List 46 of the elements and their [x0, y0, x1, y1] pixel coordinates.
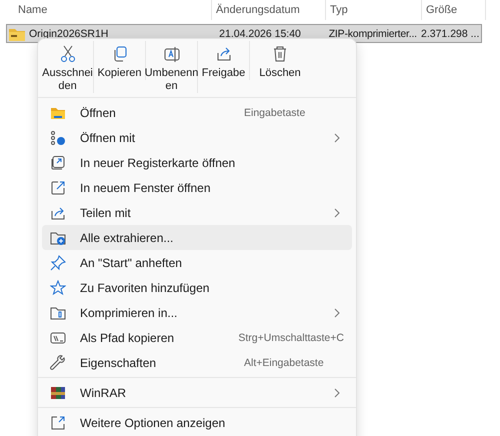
scissors-icon — [58, 45, 76, 63]
menu-item[interactable]: An "Start" anheften — [42, 250, 352, 275]
new-tab-icon — [50, 154, 66, 170]
shortcut-text: Strg+Umschalttaste+C — [238, 332, 344, 344]
menu-item[interactable]: Öffnen mit — [42, 125, 352, 150]
share-icon — [214, 45, 232, 63]
menu-item[interactable]: Komprimieren in... — [42, 300, 352, 325]
menu-item[interactable]: Zu Favoriten hinzufügen — [42, 275, 352, 300]
file-name: Origin2026SR1H — [28, 28, 110, 40]
shortcut-text: Eingabetaste — [244, 106, 306, 118]
archive-icon — [50, 384, 66, 400]
column-header[interactable]: Größe — [422, 0, 486, 20]
column-header[interactable]: Name — [0, 0, 212, 20]
shortcut-text: Alt+Eingabetaste — [244, 356, 325, 368]
menu-item[interactable]: Als Pfad kopieren Strg+Umschalttaste+C — [42, 325, 352, 350]
rename-icon — [162, 45, 180, 63]
menu-item[interactable]: Eigenschaften Alt+Eingabetaste — [42, 350, 352, 375]
trash-icon — [271, 45, 289, 63]
menu-item[interactable]: In neuem Fenster öffnen — [42, 175, 352, 200]
copy-button[interactable]: Kopieren — [94, 41, 146, 80]
trash-button[interactable]: Löschen — [250, 41, 310, 80]
menu-item[interactable]: In neuer Registerkarte öffnen — [42, 150, 352, 175]
share-button[interactable]: Freigabe — [198, 41, 250, 80]
zip-folder-icon — [9, 26, 25, 40]
scissors-button[interactable]: Ausschnei den — [42, 41, 94, 93]
menu-item[interactable]: Alle extrahieren... — [42, 225, 352, 250]
menu-item[interactable]: Teilen mit — [42, 200, 352, 225]
more-options-icon — [50, 414, 66, 430]
new-window-icon — [50, 180, 66, 196]
file-date: 21.04.2026 15:40 — [218, 28, 302, 40]
menu-item[interactable]: Weitere Optionen anzeigen — [42, 410, 352, 435]
menu-item[interactable]: Öffnen Eingabetaste — [42, 100, 352, 125]
compress-icon — [50, 304, 66, 320]
column-header[interactable]: Typ — [326, 0, 422, 20]
extract-icon — [50, 230, 66, 246]
file-type: ZIP-komprimierter... — [328, 28, 417, 40]
pin-icon — [50, 254, 66, 270]
rename-button[interactable]: Umbenenn en — [146, 41, 198, 93]
path-icon — [50, 330, 66, 346]
open-with-icon — [50, 130, 66, 146]
file-size: 2.371.298 ... — [420, 28, 480, 40]
wrench-icon — [50, 354, 66, 370]
star-icon — [50, 280, 66, 296]
share-icon — [50, 204, 66, 220]
menu-item[interactable]: WinRAR — [42, 380, 352, 405]
column-header[interactable]: Änderungsdatum — [212, 0, 326, 20]
